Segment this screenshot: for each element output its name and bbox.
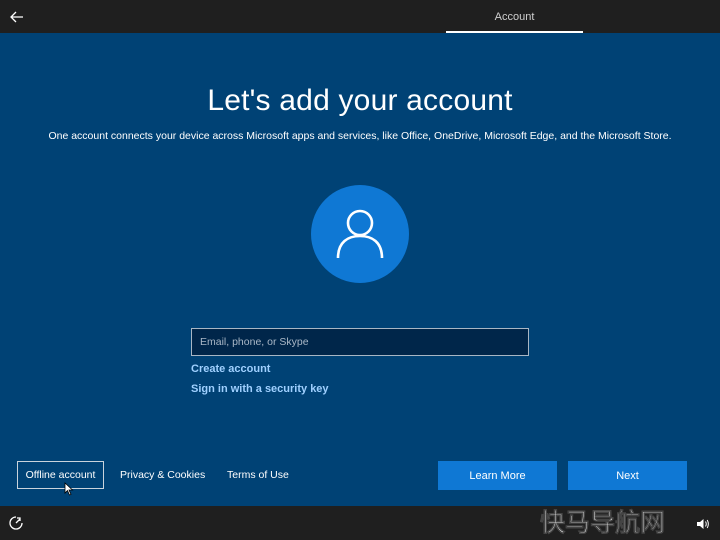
back-arrow-icon bbox=[10, 11, 23, 23]
watermark-text: 快马导航网 bbox=[540, 508, 665, 537]
email-input[interactable] bbox=[191, 328, 529, 356]
user-icon bbox=[336, 209, 384, 259]
next-button[interactable]: Next bbox=[568, 461, 687, 490]
watermark: 快马导航网 bbox=[0, 507, 720, 537]
tab-account[interactable]: Account bbox=[446, 0, 583, 33]
page-title: Let's add your account bbox=[207, 84, 513, 117]
security-key-link[interactable]: Sign in with a security key bbox=[191, 383, 329, 395]
watermark-graphic: 快马导航网 bbox=[540, 508, 665, 537]
page-subtitle: One account connects your device across … bbox=[48, 130, 672, 142]
offline-account-button[interactable]: Offline account bbox=[17, 461, 104, 489]
privacy-cookies-link[interactable]: Privacy & Cookies bbox=[120, 469, 205, 481]
mouse-pointer-icon bbox=[64, 482, 74, 496]
tab-underline bbox=[446, 31, 583, 33]
learn-more-button[interactable]: Learn More bbox=[438, 461, 557, 490]
create-account-link[interactable]: Create account bbox=[191, 363, 270, 375]
avatar bbox=[311, 185, 409, 283]
back-button[interactable] bbox=[4, 4, 30, 30]
top-bar: Account bbox=[0, 0, 720, 33]
terms-of-use-link[interactable]: Terms of Use bbox=[227, 469, 289, 481]
